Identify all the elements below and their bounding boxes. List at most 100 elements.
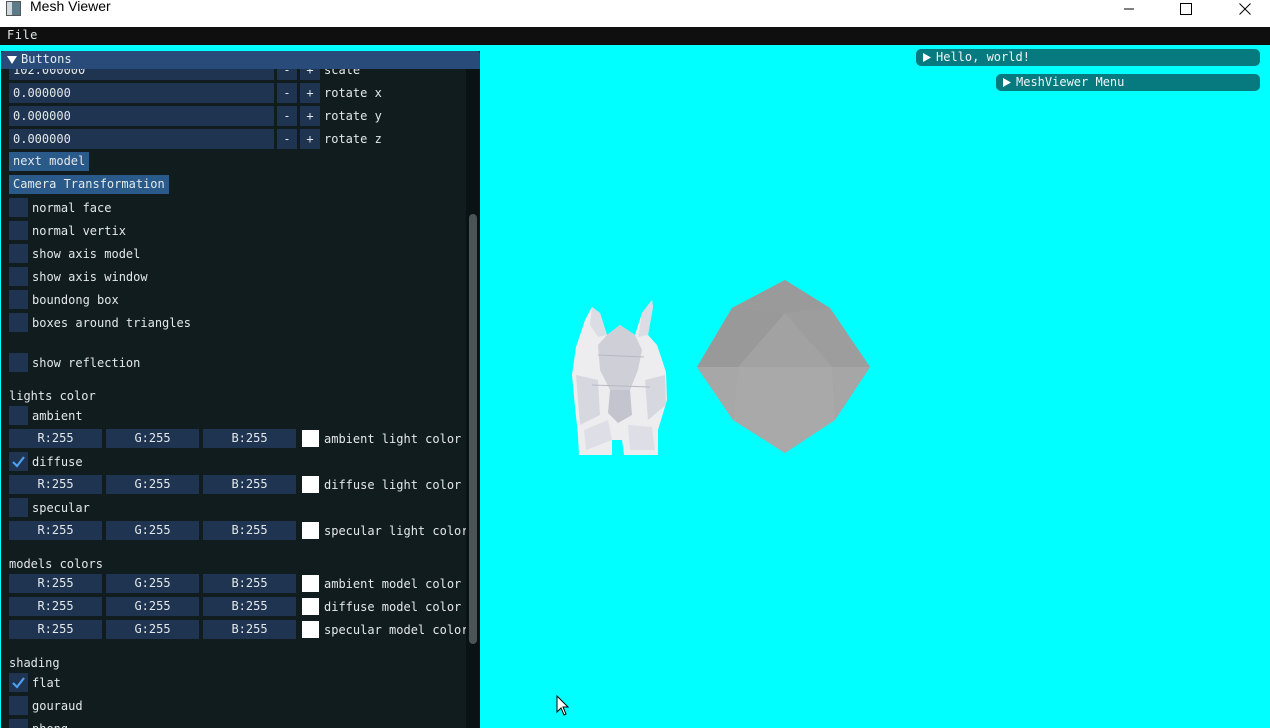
- diffuse-model-r[interactable]: R:255: [9, 597, 102, 616]
- specular-model-swatch[interactable]: [302, 621, 319, 638]
- rotate-y-value: 0.000000: [13, 109, 71, 123]
- hello-world-window[interactable]: Hello, world!: [916, 49, 1260, 66]
- rotate-z-value: 0.000000: [13, 132, 71, 146]
- close-icon: [1239, 3, 1251, 15]
- rotate-x-plus-button[interactable]: +: [300, 83, 320, 103]
- gouraud-shading-checkbox[interactable]: [9, 696, 28, 715]
- ambient-light-b[interactable]: B:255: [203, 429, 296, 448]
- rotate-y-input[interactable]: 0.000000: [9, 106, 274, 126]
- phong-shading-checkbox[interactable]: [9, 719, 28, 728]
- meshviewer-menu-title: MeshViewer Menu: [1016, 75, 1125, 89]
- triangle-down-icon: [7, 56, 17, 64]
- specular-light-checkbox[interactable]: [9, 498, 28, 517]
- show-axis-window-label: show axis window: [32, 270, 148, 284]
- specular-light-r[interactable]: R:255: [9, 521, 102, 540]
- bounding-box-label: boundong box: [32, 293, 119, 307]
- specular-model-b[interactable]: B:255: [203, 620, 296, 639]
- lights-color-heading: lights color: [9, 389, 96, 403]
- ambient-light-checkbox[interactable]: [9, 406, 28, 425]
- show-axis-model-checkbox[interactable]: [9, 244, 28, 263]
- rotate-y-label: rotate y: [324, 109, 382, 123]
- maximize-icon: [1180, 3, 1192, 15]
- diffuse-light-b[interactable]: B:255: [203, 475, 296, 494]
- app-icon: [6, 1, 21, 16]
- normal-face-label: normal face: [32, 201, 112, 215]
- rotate-x-label: rotate x: [324, 86, 382, 100]
- ambient-model-swatch[interactable]: [302, 575, 319, 592]
- shading-heading: shading: [9, 656, 60, 670]
- rotate-x-value: 0.000000: [13, 86, 71, 100]
- show-axis-window-checkbox[interactable]: [9, 267, 28, 286]
- specular-light-swatch[interactable]: [302, 522, 319, 539]
- specular-light-label: specular: [32, 501, 90, 515]
- ambient-light-color-label: ambient light color: [324, 432, 462, 446]
- ambient-model-g[interactable]: G:255: [106, 574, 199, 593]
- specular-model-color-label: specular model color: [324, 623, 469, 637]
- ambient-light-g[interactable]: G:255: [106, 429, 199, 448]
- panel-scrollbar-thumb[interactable]: [469, 214, 477, 644]
- diffuse-model-swatch[interactable]: [302, 598, 319, 615]
- minimize-button[interactable]: [1106, 0, 1152, 18]
- specular-light-b[interactable]: B:255: [203, 521, 296, 540]
- specular-light-g[interactable]: G:255: [106, 521, 199, 540]
- window-titlebar: Mesh Viewer: [0, 0, 1270, 27]
- maximize-button[interactable]: [1163, 0, 1209, 18]
- ambient-model-color-label: ambient model color: [324, 577, 462, 591]
- diffuse-model-color-label: diffuse model color: [324, 600, 462, 614]
- panel-scrollbar[interactable]: [466, 69, 480, 728]
- rotate-y-plus-button[interactable]: +: [300, 106, 320, 126]
- minimize-icon: [1124, 8, 1134, 10]
- show-reflection-label: show reflection: [32, 356, 141, 370]
- bunny-model: [572, 300, 667, 455]
- ambient-model-b[interactable]: B:255: [203, 574, 296, 593]
- rotate-z-minus-button[interactable]: -: [277, 129, 297, 149]
- show-axis-model-label: show axis model: [32, 247, 141, 261]
- menu-file[interactable]: File: [7, 28, 38, 42]
- rotate-y-minus-button[interactable]: -: [277, 106, 297, 126]
- boxes-around-triangles-label: boxes around triangles: [32, 316, 191, 330]
- boxes-around-triangles-checkbox[interactable]: [9, 313, 28, 332]
- rotate-z-plus-button[interactable]: +: [300, 129, 320, 149]
- diffuse-light-color-label: diffuse light color: [324, 478, 462, 492]
- diffuse-model-g[interactable]: G:255: [106, 597, 199, 616]
- show-reflection-checkbox[interactable]: [9, 353, 28, 372]
- panel-content: 102.000000 - + scale 0.000000 - + rotate…: [1, 51, 480, 728]
- hello-world-title: Hello, world!: [936, 50, 1030, 64]
- viewport[interactable]: [480, 45, 1270, 728]
- flat-shading-label: flat: [32, 676, 61, 690]
- normal-vertix-label: normal vertix: [32, 224, 126, 238]
- menu-bar: File: [0, 27, 1270, 45]
- diffuse-light-g[interactable]: G:255: [106, 475, 199, 494]
- ambient-light-swatch[interactable]: [302, 430, 319, 447]
- diffuse-light-label: diffuse: [32, 455, 83, 469]
- phong-shading-label: phong: [32, 721, 68, 728]
- flat-shading-checkbox[interactable]: [9, 673, 28, 692]
- normal-vertix-checkbox[interactable]: [9, 221, 28, 240]
- meshviewer-menu-window[interactable]: MeshViewer Menu: [996, 74, 1260, 91]
- ambient-light-label: ambient: [32, 409, 83, 423]
- mouse-cursor-icon: [556, 695, 570, 716]
- rotate-z-input[interactable]: 0.000000: [9, 129, 274, 149]
- triangle-right-icon: [1003, 78, 1011, 87]
- diffuse-light-swatch[interactable]: [302, 476, 319, 493]
- checkmark-icon: [12, 456, 25, 468]
- panel-header[interactable]: Buttons: [1, 51, 480, 69]
- diffuse-model-b[interactable]: B:255: [203, 597, 296, 616]
- ambient-model-r[interactable]: R:255: [9, 574, 102, 593]
- rotate-x-input[interactable]: 0.000000: [9, 83, 274, 103]
- specular-model-g[interactable]: G:255: [106, 620, 199, 639]
- normal-face-checkbox[interactable]: [9, 198, 28, 217]
- specular-model-r[interactable]: R:255: [9, 620, 102, 639]
- triangle-right-icon: [923, 53, 931, 62]
- close-button[interactable]: [1222, 0, 1268, 18]
- ambient-light-r[interactable]: R:255: [9, 429, 102, 448]
- diffuse-light-r[interactable]: R:255: [9, 475, 102, 494]
- rotate-z-label: rotate z: [324, 132, 382, 146]
- checkmark-icon: [12, 677, 25, 689]
- diffuse-light-checkbox[interactable]: [9, 452, 28, 471]
- sphere-model: [697, 280, 870, 453]
- camera-transformation-button[interactable]: Camera Transformation: [9, 175, 169, 194]
- bounding-box-checkbox[interactable]: [9, 290, 28, 309]
- next-model-button[interactable]: next model: [9, 152, 90, 171]
- rotate-x-minus-button[interactable]: -: [277, 83, 297, 103]
